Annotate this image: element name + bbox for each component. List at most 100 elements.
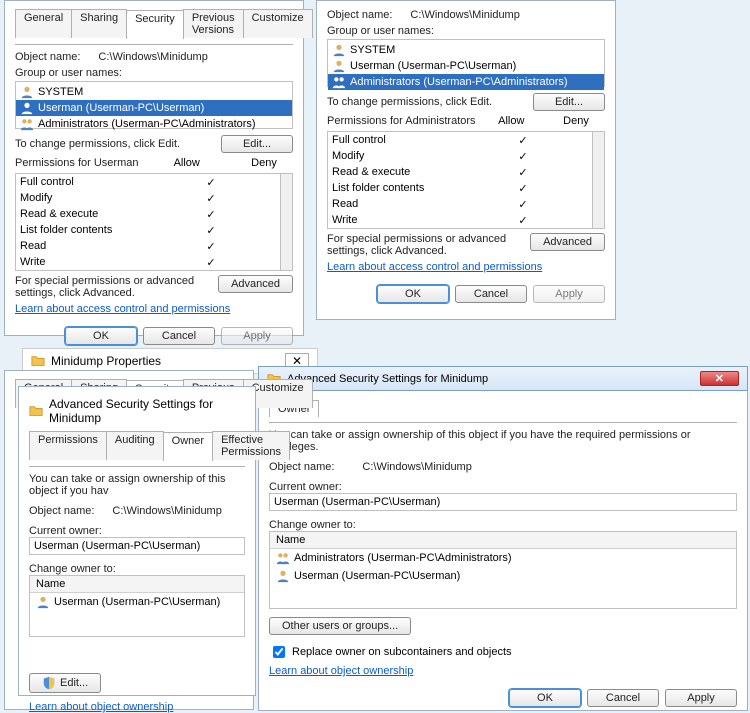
user-icon bbox=[20, 101, 34, 115]
group-icon bbox=[276, 551, 290, 565]
cancel-button[interactable]: Cancel bbox=[455, 285, 527, 303]
learn-owner-link[interactable]: Learn about object ownership bbox=[29, 701, 173, 713]
user-system-label: SYSTEM bbox=[38, 86, 83, 98]
edit-button[interactable]: Edit... bbox=[533, 93, 605, 111]
perm-allow bbox=[500, 164, 546, 180]
user-system[interactable]: SYSTEM bbox=[328, 42, 604, 58]
owner-name: Userman (Userman-PC\Userman) bbox=[294, 570, 460, 582]
security-panel-right: Object name: C:\Windows\Minidump Group o… bbox=[316, 0, 616, 320]
user-admins[interactable]: Administrators (Userman-PC\Administrator… bbox=[16, 116, 292, 132]
perm-deny bbox=[546, 132, 592, 148]
tab-security[interactable]: Security bbox=[126, 10, 184, 39]
perm-read: Read bbox=[328, 196, 500, 212]
special-perm-instr: For special permissions or advanced sett… bbox=[15, 275, 195, 299]
allow-col: Allow bbox=[488, 115, 534, 127]
edit-shield-button[interactable]: Edit... bbox=[29, 673, 101, 693]
learn-acl-link[interactable]: Learn about access control and permissio… bbox=[15, 303, 230, 315]
scrollbar[interactable] bbox=[280, 174, 292, 270]
perm-deny bbox=[546, 164, 592, 180]
deny-col: Deny bbox=[235, 157, 293, 169]
replace-owner-checkbox[interactable] bbox=[273, 646, 285, 658]
user-userman[interactable]: Userman (Userman-PC\Userman) bbox=[328, 58, 604, 74]
ok-button[interactable]: OK bbox=[377, 285, 449, 303]
other-users-button[interactable]: Other users or groups... bbox=[269, 617, 411, 635]
advanced-button[interactable]: Advanced bbox=[530, 233, 605, 251]
properties-title: Minidump Properties bbox=[51, 354, 161, 368]
object-name-value: C:\Windows\Minidump bbox=[98, 51, 207, 63]
tab-owner[interactable]: Owner bbox=[163, 432, 213, 461]
perm-read: Read bbox=[16, 238, 188, 254]
owner-row-userman[interactable]: Userman (Userman-PC\Userman) bbox=[270, 567, 736, 585]
perm-allow bbox=[500, 196, 546, 212]
advanced-window: Advanced Security Settings for Minidump … bbox=[258, 366, 748, 711]
owner-row[interactable]: Userman (Userman-PC\Userman) bbox=[30, 593, 244, 611]
perm-deny bbox=[234, 206, 280, 222]
tab-general[interactable]: General bbox=[15, 9, 72, 38]
close-button[interactable]: ✕ bbox=[700, 371, 739, 386]
perm-allow bbox=[188, 254, 234, 270]
user-icon bbox=[332, 59, 346, 73]
tab-sharing[interactable]: Sharing bbox=[71, 9, 127, 38]
replace-owner-label: Replace owner on subcontainers and objec… bbox=[292, 646, 512, 658]
user-system-label: SYSTEM bbox=[350, 44, 395, 56]
user-admins[interactable]: Administrators (Userman-PC\Administrator… bbox=[328, 74, 604, 90]
tab-previous-versions[interactable]: Previous Versions bbox=[183, 9, 244, 38]
user-system[interactable]: SYSTEM bbox=[16, 84, 292, 100]
user-list[interactable]: SYSTEM Userman (Userman-PC\Userman) Admi… bbox=[327, 39, 605, 87]
owner-instr: You can take or assign ownership of this… bbox=[269, 429, 737, 453]
adv-tab-row: Owner bbox=[269, 399, 737, 416]
object-name-value: C:\Windows\Minidump bbox=[410, 9, 519, 21]
group-icon bbox=[20, 117, 34, 131]
owner-row-admins[interactable]: Administrators (Userman-PC\Administrator… bbox=[270, 549, 736, 567]
group-icon bbox=[332, 75, 346, 89]
learn-acl-link[interactable]: Learn about access control and permissio… bbox=[327, 261, 542, 273]
allow-col: Allow bbox=[164, 157, 210, 169]
user-admins-label: Administrators (Userman-PC\Administrator… bbox=[38, 118, 256, 130]
shield-icon bbox=[42, 676, 56, 690]
change-perm-instr: To change permissions, click Edit. bbox=[15, 138, 180, 150]
perm-deny bbox=[234, 238, 280, 254]
user-userman-label: Userman (Userman-PC\Userman) bbox=[38, 102, 204, 114]
edit-label: Edit... bbox=[60, 677, 88, 689]
perm-deny bbox=[234, 174, 280, 190]
user-list[interactable]: SYSTEM Userman (Userman-PC\Userman) Admi… bbox=[15, 81, 293, 129]
advanced-button[interactable]: Advanced bbox=[218, 275, 293, 293]
cancel-button[interactable]: Cancel bbox=[143, 327, 215, 345]
object-name-value: C:\Windows\Minidump bbox=[112, 505, 221, 517]
cancel-button[interactable]: Cancel bbox=[587, 689, 659, 707]
group-label: Group or user names: bbox=[327, 25, 605, 37]
deny-col: Deny bbox=[547, 115, 605, 127]
perm-for-label: Permissions for Administrators bbox=[327, 115, 476, 127]
adv-tab-row: Permissions Auditing Owner Effective Per… bbox=[29, 431, 245, 460]
adv-title-bar[interactable]: Advanced Security Settings for Minidump … bbox=[258, 366, 748, 391]
owner-list[interactable]: Name Administrators (Userman-PC\Administ… bbox=[269, 531, 737, 609]
edit-button[interactable]: Edit... bbox=[221, 135, 293, 153]
perm-read-exec: Read & execute bbox=[16, 206, 188, 222]
adv-title: Advanced Security Settings for Minidump bbox=[287, 373, 488, 385]
owner-list[interactable]: Name Userman (Userman-PC\Userman) bbox=[29, 575, 245, 637]
perm-allow bbox=[500, 212, 546, 228]
user-userman[interactable]: Userman (Userman-PC\Userman) bbox=[16, 100, 292, 116]
tab-customize[interactable]: Customize bbox=[243, 9, 313, 38]
perm-table: Full control Modify Read & execute List … bbox=[15, 173, 293, 271]
current-owner-label: Current owner: bbox=[269, 481, 737, 493]
name-col: Name bbox=[30, 576, 244, 593]
perm-allow bbox=[188, 190, 234, 206]
perm-deny bbox=[234, 222, 280, 238]
scrollbar[interactable] bbox=[592, 132, 604, 228]
apply-button[interactable]: Apply bbox=[221, 327, 293, 345]
tab-auditing[interactable]: Auditing bbox=[106, 431, 164, 460]
apply-button[interactable]: Apply bbox=[533, 285, 605, 303]
tab-permissions[interactable]: Permissions bbox=[29, 431, 107, 460]
apply-button[interactable]: Apply bbox=[665, 689, 737, 707]
change-perm-instr: To change permissions, click Edit. bbox=[327, 96, 492, 108]
perm-full: Full control bbox=[328, 132, 500, 148]
learn-owner-link[interactable]: Learn about object ownership bbox=[269, 665, 413, 677]
ok-button[interactable]: OK bbox=[509, 689, 581, 707]
ok-button[interactable]: OK bbox=[65, 327, 137, 345]
group-label: Group or user names: bbox=[15, 67, 293, 79]
user-userman-label: Userman (Userman-PC\Userman) bbox=[350, 60, 516, 72]
change-owner-label: Change owner to: bbox=[269, 519, 737, 531]
tab-effective-permissions[interactable]: Effective Permissions bbox=[212, 431, 290, 460]
owner-name: Userman (Userman-PC\Userman) bbox=[54, 596, 220, 608]
